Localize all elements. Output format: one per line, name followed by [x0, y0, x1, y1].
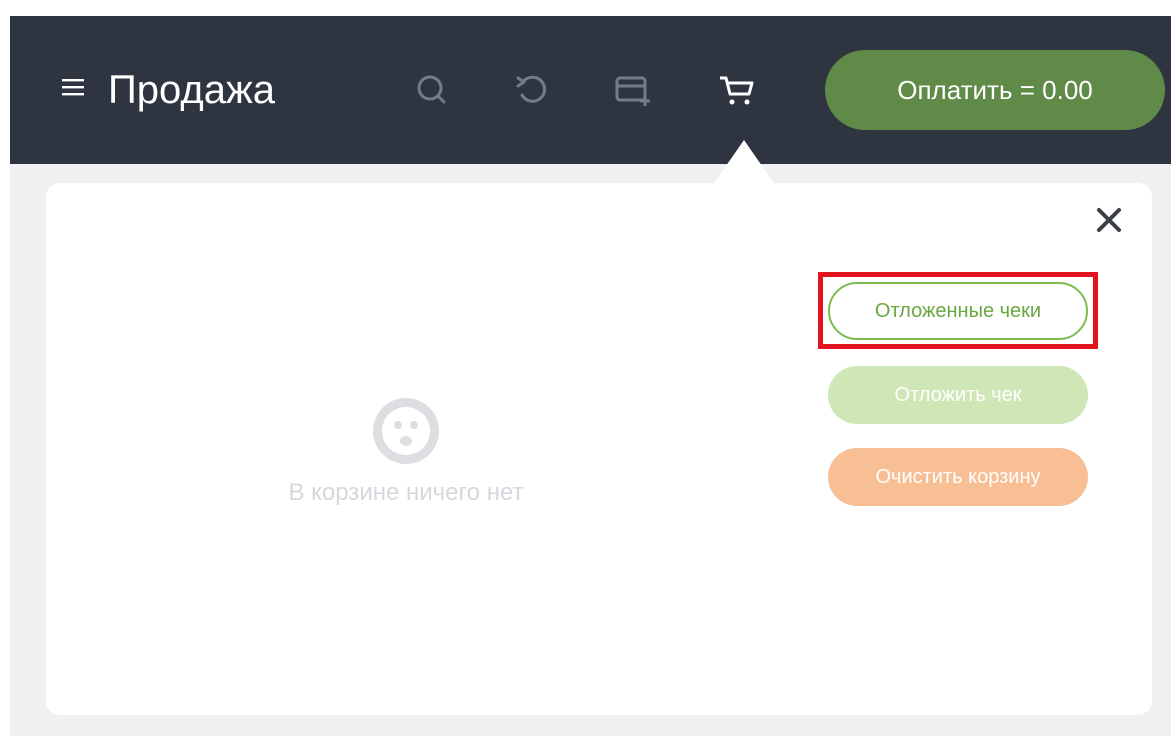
empty-cart-message: В корзине ничего нет — [288, 479, 524, 506]
cart-panel: В корзине ничего нет Отложенные чеки Отл… — [46, 183, 1152, 715]
top-bar: Продажа Оплатить = 0.00 — [10, 16, 1171, 164]
close-icon[interactable] — [1094, 205, 1124, 235]
sad-face-icon — [370, 395, 442, 467]
search-icon[interactable] — [412, 70, 452, 110]
cart-icon[interactable] — [717, 70, 757, 110]
hamburger-icon[interactable] — [62, 78, 84, 96]
cart-popover-pointer — [712, 140, 776, 186]
refresh-icon[interactable] — [513, 70, 553, 110]
page-title: Продажа — [108, 68, 275, 112]
clear-cart-button[interactable]: Очистить корзину — [828, 448, 1088, 506]
sale-screen: Продажа Оплатить = 0.00 В корзине ничего… — [10, 16, 1171, 736]
add-card-icon[interactable] — [613, 70, 653, 110]
defer-receipt-button[interactable]: Отложить чек — [828, 366, 1088, 424]
deferred-receipts-button[interactable]: Отложенные чеки — [828, 282, 1088, 340]
pay-button[interactable]: Оплатить = 0.00 — [825, 50, 1165, 130]
